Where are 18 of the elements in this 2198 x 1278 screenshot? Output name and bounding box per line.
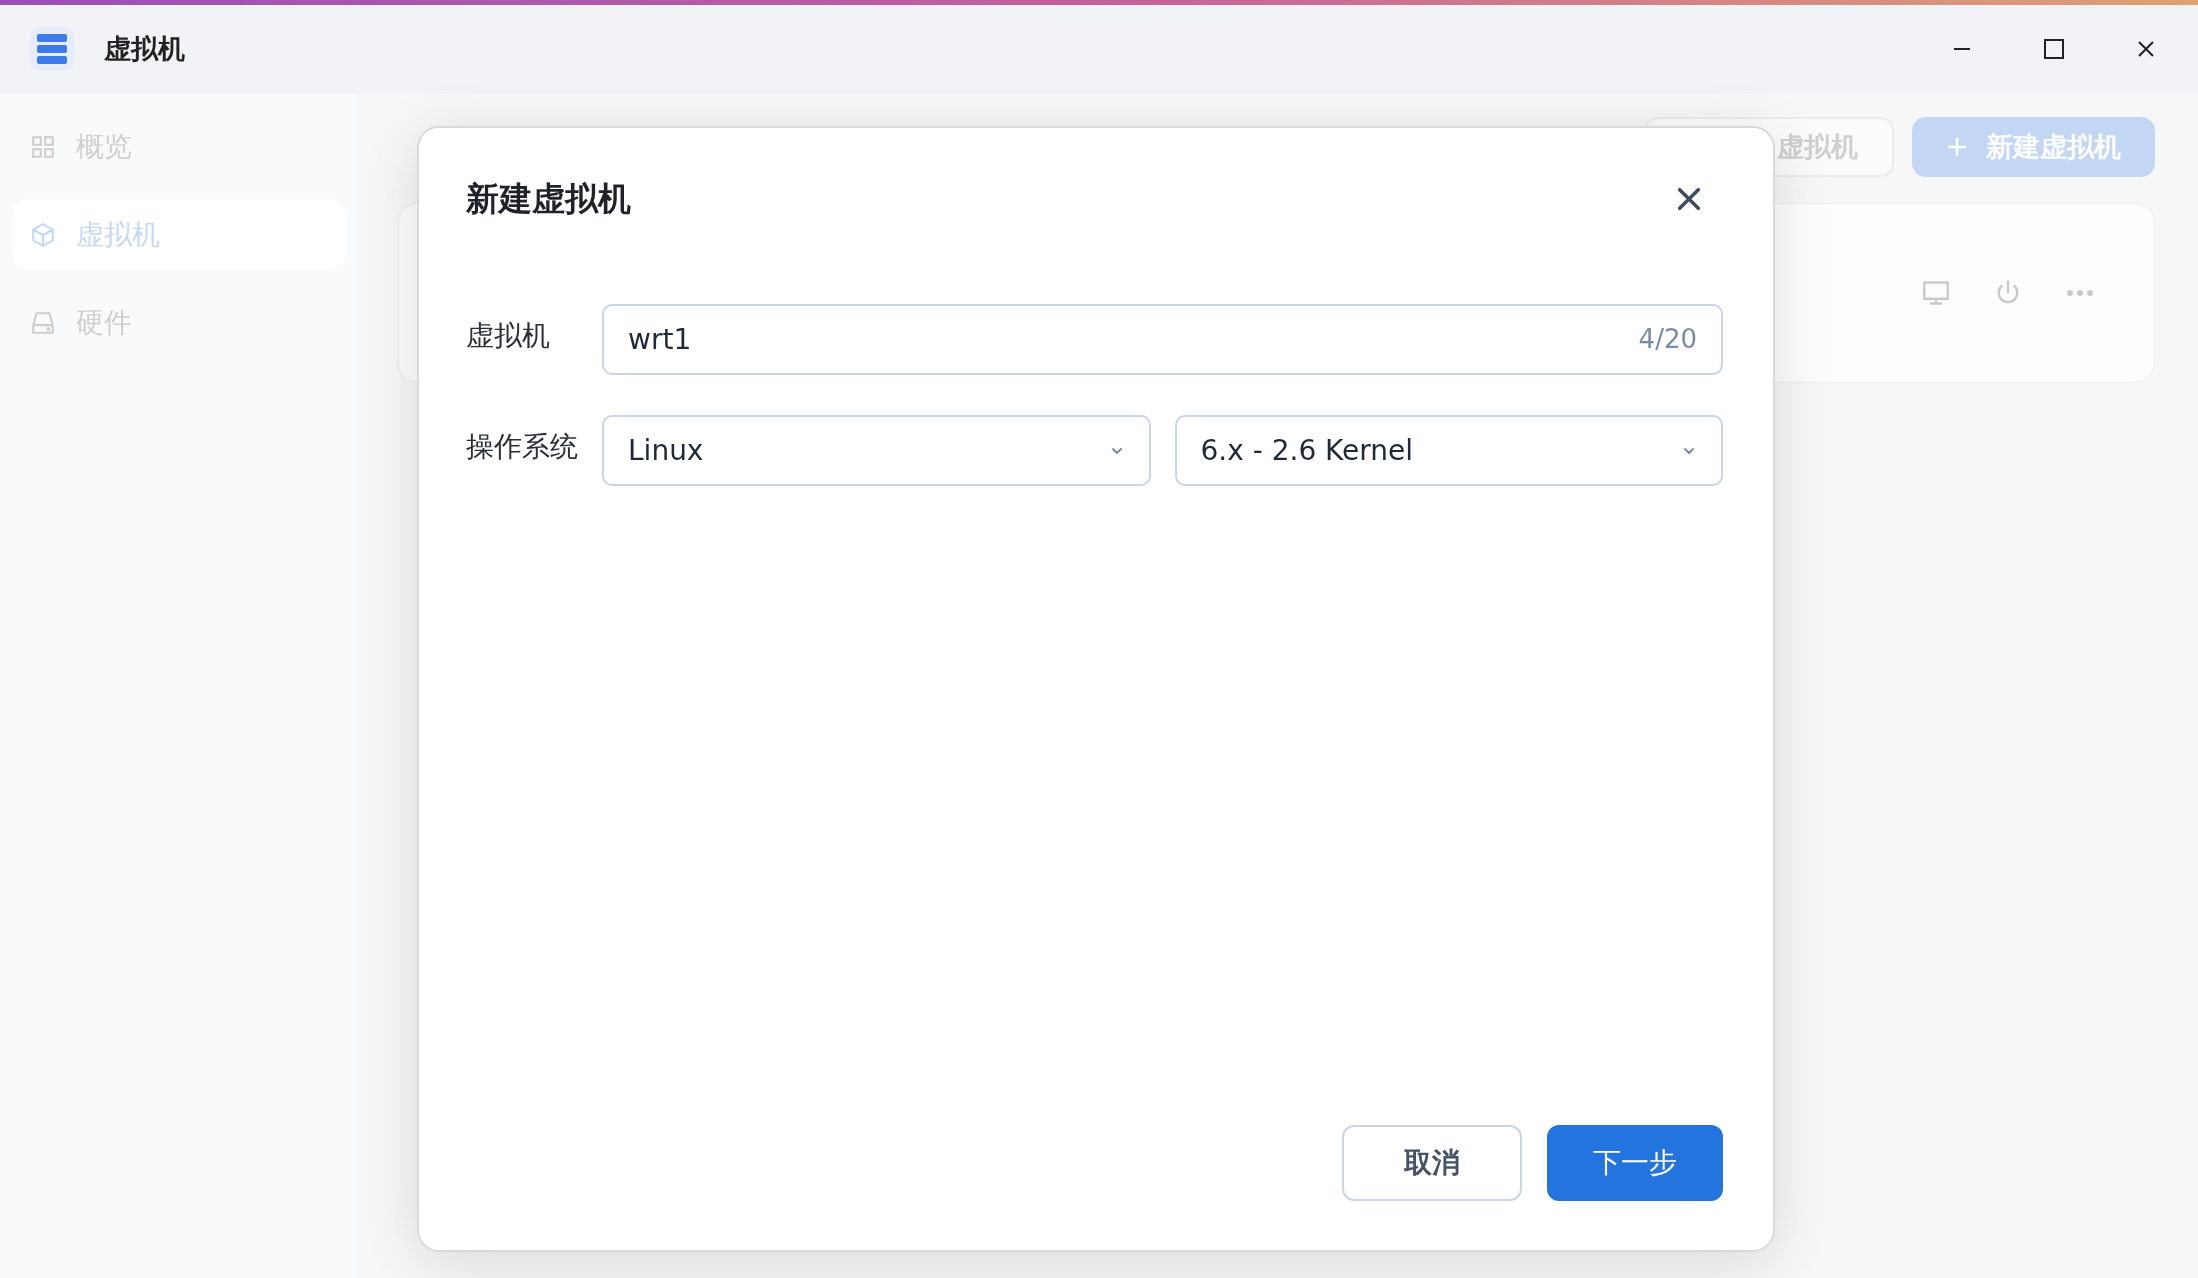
maximize-icon[interactable]: [2042, 37, 2066, 61]
plus-icon: [1946, 136, 1968, 158]
name-field[interactable]: wrt1 4/20: [602, 304, 1723, 375]
field-label: 操作系统: [466, 428, 579, 465]
next-button[interactable]: 下一步: [1547, 1125, 1723, 1201]
field-value: wrt1: [628, 321, 693, 358]
cancel-button[interactable]: 取消: [1342, 1125, 1522, 1201]
select-dropdown[interactable]: Linux: [602, 415, 1151, 486]
server-icon: [30, 27, 74, 71]
select-dropdown[interactable]: 6.x - 2.6 Kernel: [1174, 415, 1723, 486]
close-icon[interactable]: [1675, 185, 1703, 213]
grid-icon: [30, 133, 56, 160]
drive-icon: [30, 309, 56, 336]
window-title: 虚拟机: [104, 31, 185, 66]
character-counter: 4/20: [1638, 323, 1697, 356]
field-label: 虚拟机: [466, 317, 551, 354]
dialog-title: 新建虚拟机: [466, 178, 631, 221]
cube-icon: [30, 221, 56, 248]
